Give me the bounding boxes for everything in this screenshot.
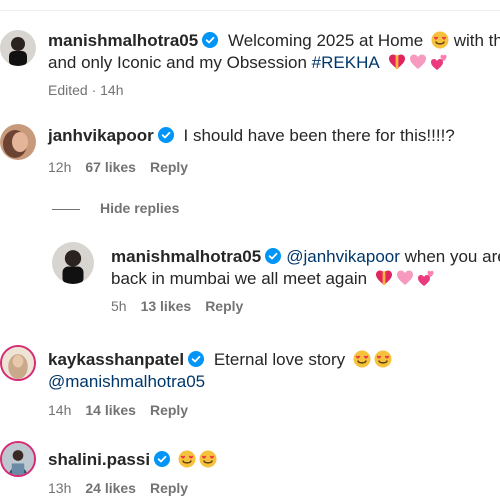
likes-count[interactable]: 67 likes xyxy=(85,159,136,175)
comment-text: kaykasshanpatel Eternal love story xyxy=(48,349,392,371)
comment-text: shalini.passi xyxy=(48,449,217,471)
hide-replies-label: Hide replies xyxy=(100,200,180,216)
two-hearts-icon xyxy=(430,54,447,70)
comment-body: Eternal love story xyxy=(209,350,350,369)
username[interactable]: shalini.passi xyxy=(48,450,150,469)
comment-meta: 12h 67 likes Reply xyxy=(48,158,202,176)
mention-link[interactable]: @janhvikapoor xyxy=(286,247,400,266)
heart-with-ribbon-icon xyxy=(375,270,392,285)
avatar[interactable] xyxy=(0,441,36,477)
verified-badge-icon xyxy=(265,248,282,264)
two-hearts-icon xyxy=(417,270,434,286)
divider xyxy=(52,208,80,210)
comment-body: and only Iconic and my Obsession xyxy=(48,53,312,72)
reply-button[interactable]: Reply xyxy=(150,480,188,496)
username[interactable]: kaykasshanpatel xyxy=(48,350,184,369)
hashtag-link[interactable]: #REKHA xyxy=(312,53,380,72)
likes-count[interactable]: 14 likes xyxy=(85,402,136,418)
edited-timestamp: Edited · 14h xyxy=(48,82,124,98)
avatar[interactable] xyxy=(0,345,36,381)
avatar[interactable] xyxy=(0,124,36,160)
heart-with-ribbon-icon xyxy=(388,54,405,69)
divider xyxy=(0,10,500,11)
comment-text-line-2: and only Iconic and my Obsession #REKHA xyxy=(48,52,448,74)
comment-meta: 13h 24 likes Reply xyxy=(48,479,202,497)
avatar[interactable] xyxy=(52,242,94,284)
comment-text: manishmalhotra05 Welcoming 2025 at Home … xyxy=(48,30,500,52)
comment-meta: 14h 14 likes Reply xyxy=(48,401,202,419)
comment-body: Welcoming 2025 at Home xyxy=(223,31,428,50)
likes-count[interactable]: 13 likes xyxy=(141,298,192,314)
smiling-face-with-heart-eyes-icon xyxy=(199,450,217,468)
smiling-face-with-heart-eyes-icon xyxy=(431,31,449,49)
timestamp: 14h xyxy=(48,402,72,418)
smiling-face-with-heart-eyes-icon xyxy=(374,350,392,368)
comment-text: janhvikapoor I should have been there fo… xyxy=(48,125,455,147)
comment-body-continued: with the one xyxy=(453,31,500,50)
hide-replies-button[interactable]: Hide replies xyxy=(52,199,179,217)
comment-text: manishmalhotra05 @janhvikapoor when you a… xyxy=(111,246,500,268)
reply-button[interactable]: Reply xyxy=(150,159,188,175)
username[interactable]: manishmalhotra05 xyxy=(111,247,261,266)
timestamp: 12h xyxy=(48,159,72,175)
pink-heart-icon xyxy=(409,54,426,69)
comment-body: back in mumbai we all meet again xyxy=(111,269,372,288)
verified-badge-icon xyxy=(157,127,174,143)
smiling-face-with-heart-eyes-icon xyxy=(353,350,371,368)
smiling-face-with-heart-eyes-icon xyxy=(178,450,196,468)
comment-meta: 5h 13 likes Reply xyxy=(111,297,257,315)
likes-count[interactable]: 24 likes xyxy=(85,480,136,496)
comment-text-line-2: @manishmalhotra05 xyxy=(48,371,205,393)
verified-badge-icon xyxy=(154,451,171,467)
reply-button[interactable]: Reply xyxy=(205,298,243,314)
timestamp: 5h xyxy=(111,298,127,314)
timestamp: 13h xyxy=(48,480,72,496)
reply-button[interactable]: Reply xyxy=(150,402,188,418)
comment-text-line-2: back in mumbai we all meet again xyxy=(111,268,435,290)
username[interactable]: janhvikapoor xyxy=(48,126,154,145)
comment-body: when you are xyxy=(399,247,500,266)
comments-thread: manishmalhotra05 Welcoming 2025 at Home … xyxy=(0,0,500,500)
pink-heart-icon xyxy=(396,270,413,285)
mention-link[interactable]: @manishmalhotra05 xyxy=(48,372,205,391)
username[interactable]: manishmalhotra05 xyxy=(48,31,198,50)
comment-body: I should have been there for this!!!!? xyxy=(178,126,455,145)
verified-badge-icon xyxy=(202,32,219,48)
verified-badge-icon xyxy=(188,351,205,367)
comment-meta: Edited · 14h xyxy=(48,81,138,99)
avatar[interactable] xyxy=(0,30,36,66)
